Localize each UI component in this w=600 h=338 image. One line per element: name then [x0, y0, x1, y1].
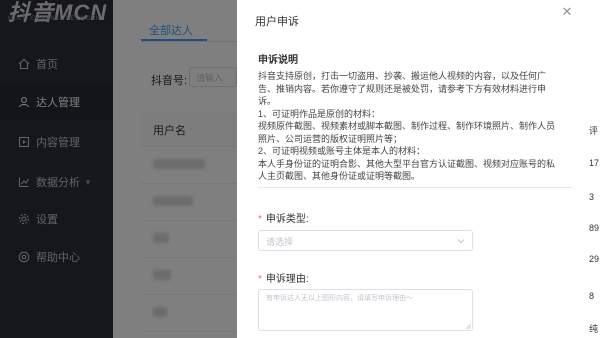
textarea-placeholder: 有申诉达人无以上图形内容，请填写申诉理由～: [266, 295, 413, 302]
appeal-dialog: 用户申诉 ✕ 申诉说明 抖音支持原创，打击一切盗用、抄袭、搬运他人视频的内容，以…: [237, 0, 586, 338]
select-placeholder: 请选择: [266, 237, 294, 247]
appeal-reason-label: * 申诉理由:: [258, 270, 309, 285]
cell-value: 8: [589, 291, 595, 301]
close-icon[interactable]: ✕: [560, 5, 574, 19]
appeal-reason-textarea[interactable]: 有申诉达人无以上图形内容，请填写申诉理由～: [258, 289, 473, 331]
resize-handle-icon[interactable]: [465, 323, 472, 330]
required-marker: *: [258, 274, 262, 285]
table-right-edge-column: 评 17 3 89 29 8 纯: [586, 0, 600, 338]
instruction-paragraph: 抖音支持原创，打击一切盗用、抄袭、搬运他人视频的内容，以及任何广告、推销内容。若…: [258, 71, 547, 106]
chevron-down-icon: [456, 235, 466, 245]
divider: [258, 187, 572, 188]
section-heading: 申诉说明: [258, 55, 298, 66]
cell-value: 3: [589, 192, 595, 202]
cell-value: 纯: [589, 324, 599, 334]
dialog-title: 用户申诉: [255, 16, 299, 28]
field-label-text: 申诉理由:: [265, 274, 309, 285]
appeal-instructions: 抖音支持原创，打击一切盗用、抄袭、搬运他人视频的内容，以及任何广告、推销内容。若…: [258, 70, 563, 183]
instruction-paragraph: 2、可证明视频或账号主体是本人的材料：: [258, 146, 426, 156]
column-header-fragment: 评: [589, 126, 599, 136]
field-label-text: 申诉类型:: [265, 214, 309, 225]
cell-value: 89: [589, 223, 600, 233]
cell-value: 17: [589, 158, 600, 168]
cell-value: 29: [589, 254, 600, 264]
appeal-type-label: * 申诉类型:: [258, 210, 309, 225]
instruction-paragraph: 本人手身份证的证明合影、其他大型平台官方认证截图、视频对应账号的私人主页截图、其…: [258, 158, 556, 182]
instruction-paragraph: 视频原件截图、视频素材或脚本截图、制作过程、制作环境照片、制作人员照片、公司运营…: [258, 121, 556, 144]
appeal-type-select[interactable]: 请选择: [258, 230, 473, 251]
required-marker: *: [258, 214, 262, 225]
instruction-paragraph: 1、可证明作品是原创的材料：: [258, 108, 381, 119]
